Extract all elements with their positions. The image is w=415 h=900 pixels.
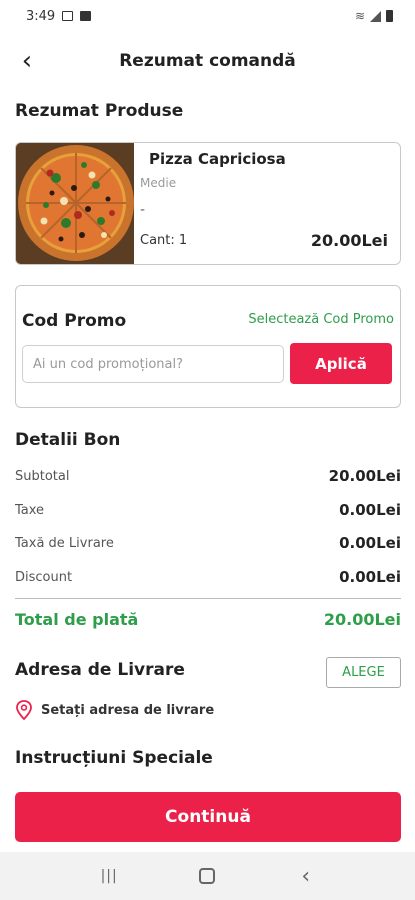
product-name: Pizza Capriciosa (149, 150, 286, 168)
set-address-label: Setați adresa de livrare (41, 702, 215, 718)
continue-button[interactable]: Continuă (15, 792, 401, 842)
bill-value: 0.00Lei (339, 501, 401, 519)
system-back-icon: ‹ (301, 863, 311, 889)
status-time: 3:49 (26, 8, 56, 24)
address-section-title: Adresa de Livrare (15, 660, 185, 680)
bill-row-subtotal: Subtotal 20.00Lei (15, 465, 401, 487)
products-section-title: Rezumat Produse (15, 101, 184, 121)
signal-icon (370, 10, 381, 22)
system-nav-bar: ||| ‹ (0, 852, 415, 900)
apply-promo-button[interactable]: Aplică (290, 343, 392, 384)
total-value: 20.00Lei (323, 610, 401, 629)
app-header: ‹ Rezumat comandă (0, 42, 415, 80)
home-icon (199, 868, 216, 884)
status-right: ≋ (355, 9, 393, 23)
bill-label: Taxe (15, 502, 45, 518)
bill-section-title: Detalii Bon (15, 430, 121, 450)
promo-title: Cod Promo (22, 311, 127, 331)
set-address-row[interactable]: Setați adresa de livrare (15, 700, 214, 720)
bill-label: Discount (15, 569, 73, 585)
pizza-illustration (16, 143, 134, 264)
gallery-notification-icon (62, 11, 74, 21)
promo-card: Cod Promo Selectează Cod Promo Aplică (15, 285, 401, 408)
bill-value: 0.00Lei (339, 568, 401, 586)
recents-button[interactable]: ||| (89, 856, 129, 896)
status-bar: 3:49 ≋ (0, 0, 415, 32)
wifi-icon: ≋ (354, 9, 365, 23)
status-left: 3:49 (26, 8, 92, 24)
bill-row-delivery-fee: Taxă de Livrare 0.00Lei (15, 532, 401, 554)
special-instructions-title: Instrucțiuni Speciale (15, 748, 213, 768)
home-button[interactable] (187, 856, 227, 896)
bill-label: Taxă de Livrare (15, 535, 114, 551)
product-size: Medie (140, 176, 177, 190)
product-price: 20.00Lei (310, 231, 388, 250)
location-pin-icon (16, 700, 32, 720)
product-card[interactable]: Pizza Capriciosa Medie - Cant: 1 20.00Le… (15, 142, 401, 265)
bill-value: 20.00Lei (328, 467, 401, 485)
bill-divider (15, 598, 401, 599)
select-promo-link[interactable]: Selectează Cod Promo (248, 312, 394, 327)
bill-value: 0.00Lei (339, 534, 401, 552)
product-quantity: Cant: 1 (140, 233, 188, 248)
system-back-button[interactable]: ‹ (286, 856, 326, 896)
recents-icon: ||| (100, 868, 118, 884)
page-title: Rezumat comandă (119, 51, 296, 71)
bill-label: Subtotal (15, 468, 70, 484)
product-extras: - (140, 202, 146, 218)
battery-icon (386, 10, 393, 22)
pizza-image (16, 143, 134, 264)
total-label: Total de plată (15, 610, 139, 629)
download-notification-icon (80, 11, 92, 21)
bill-row-taxes: Taxe 0.00Lei (15, 499, 401, 521)
promo-code-input[interactable] (22, 345, 284, 383)
total-row: Total de plată 20.00Lei (15, 610, 401, 629)
choose-address-button[interactable]: ALEGE (326, 657, 401, 688)
bill-row-discount: Discount 0.00Lei (15, 566, 401, 588)
